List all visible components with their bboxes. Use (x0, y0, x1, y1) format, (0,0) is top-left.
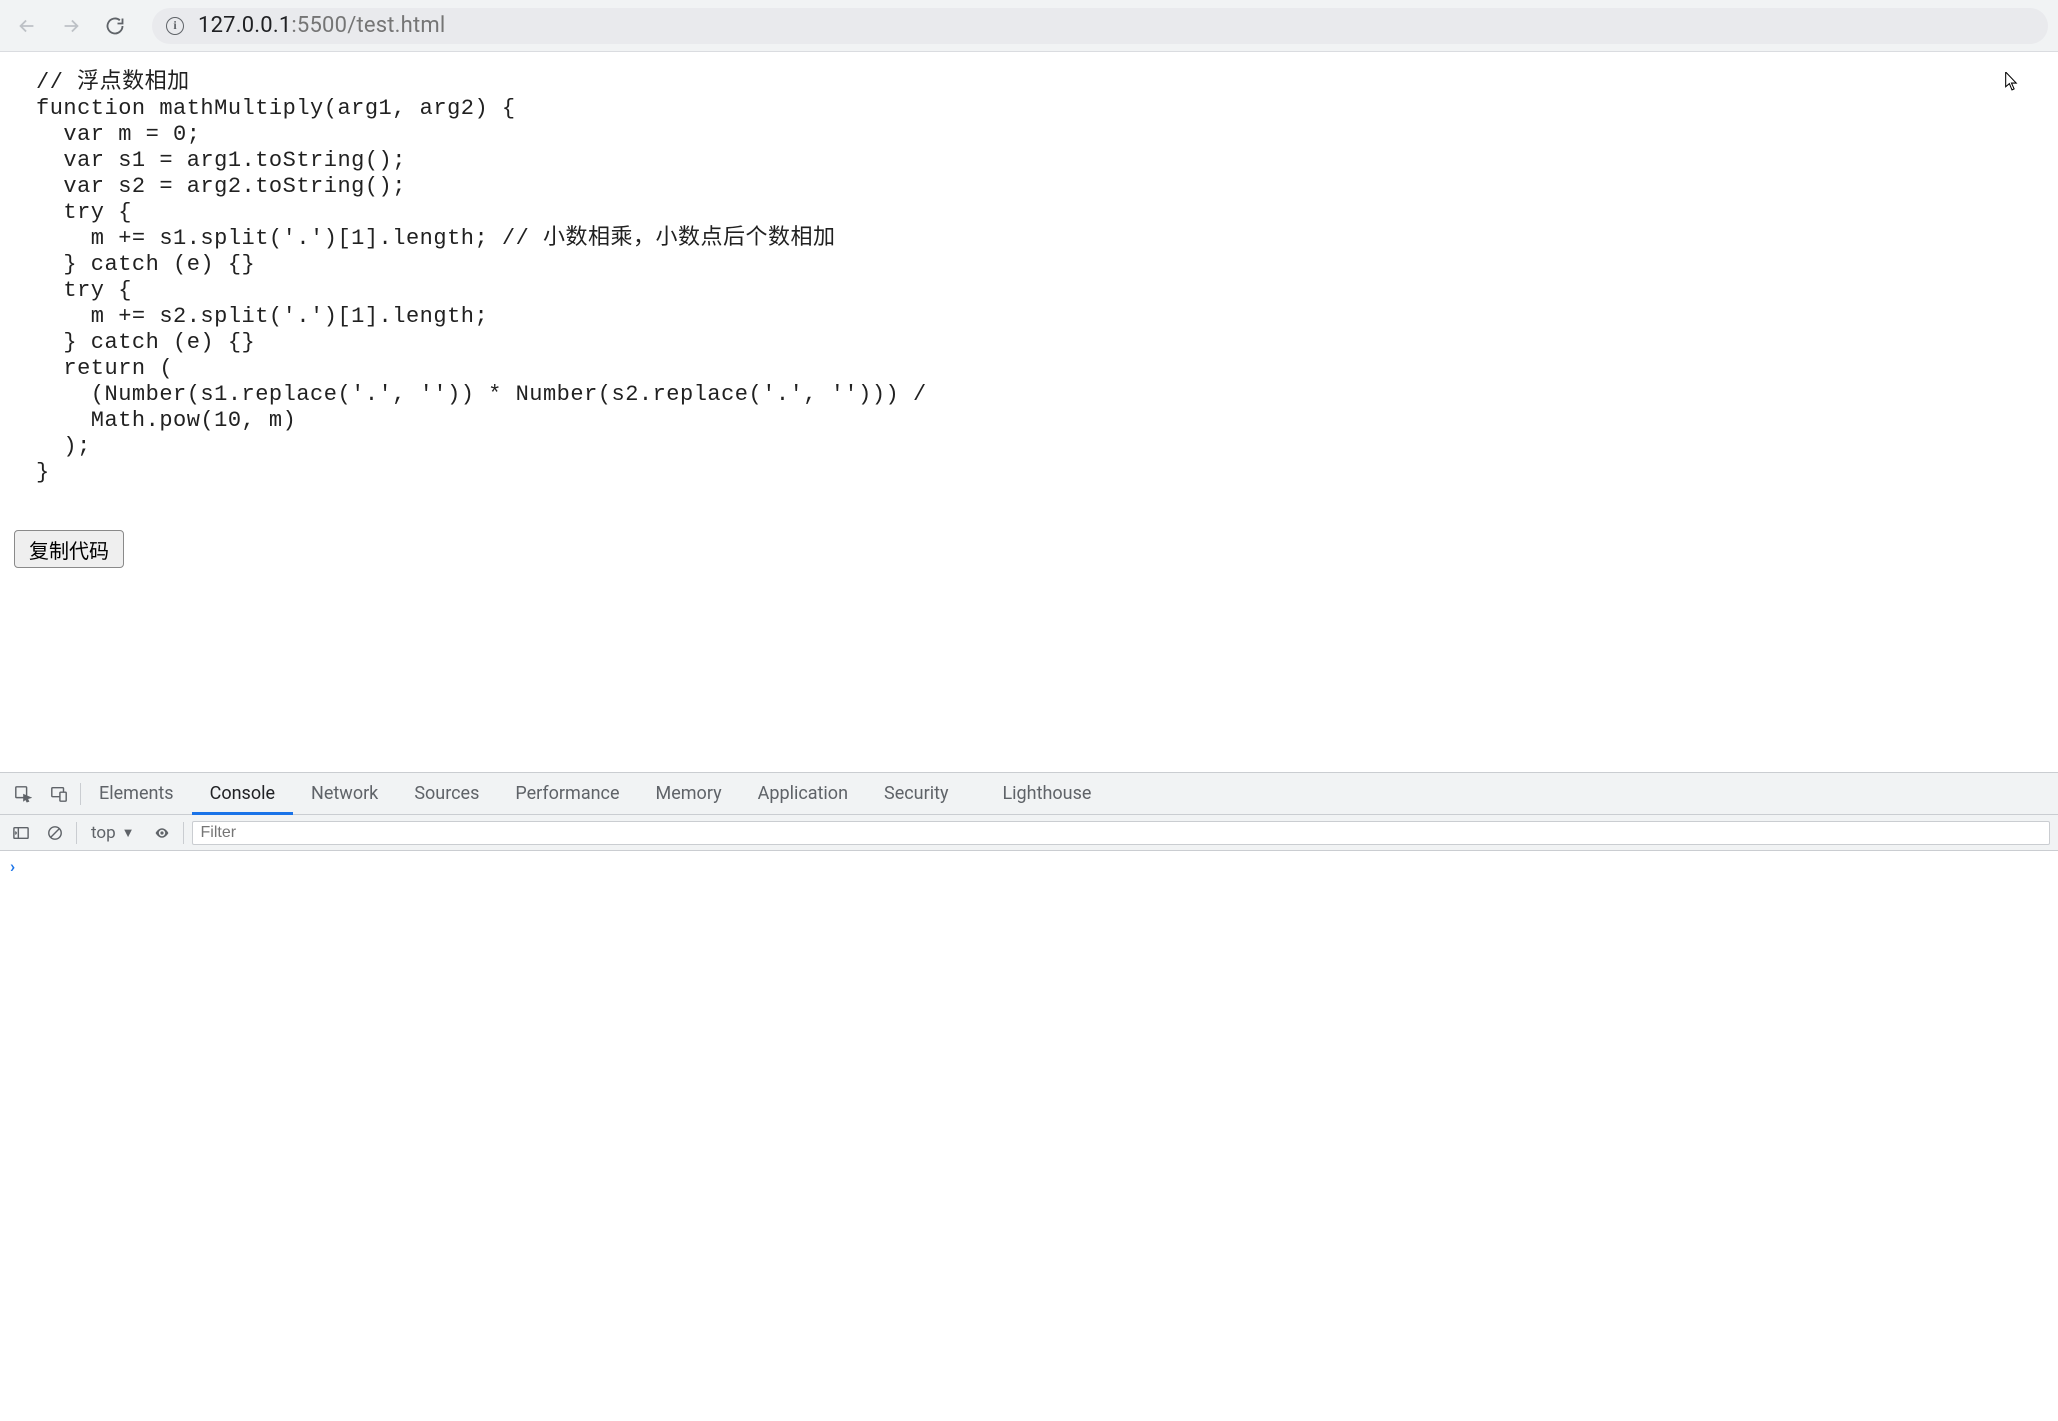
device-toggle-icon[interactable] (44, 779, 74, 809)
console-sidebar-toggle-icon[interactable] (8, 820, 34, 846)
tab-security[interactable]: Security (866, 773, 966, 815)
filter-input[interactable] (192, 821, 2050, 845)
inspect-element-icon[interactable] (8, 779, 38, 809)
console-toolbar: top ▼ (0, 815, 2058, 851)
devtools-tabs: Elements Console Network Sources Perform… (0, 773, 2058, 815)
divider (76, 822, 77, 844)
chevron-down-icon: ▼ (122, 825, 135, 841)
tab-performance[interactable]: Performance (497, 773, 637, 815)
console-body[interactable]: › (0, 851, 2058, 1421)
url-path: /test.html (347, 13, 445, 38)
mouse-cursor-icon (2005, 72, 2019, 92)
tab-network[interactable]: Network (293, 773, 396, 815)
reload-button[interactable] (98, 9, 132, 43)
tab-memory[interactable]: Memory (638, 773, 740, 815)
forward-button[interactable] (54, 9, 88, 43)
clear-console-icon[interactable] (42, 820, 68, 846)
console-prompt-icon: › (10, 857, 15, 877)
execution-context-select[interactable]: top ▼ (85, 823, 141, 843)
tab-lighthouse[interactable]: Lighthouse (984, 773, 1109, 815)
tab-application[interactable]: Application (740, 773, 866, 815)
url-port: :5500 (291, 13, 347, 38)
context-label: top (91, 823, 116, 843)
copy-code-button[interactable]: 复制代码 (14, 530, 124, 568)
tab-sources[interactable]: Sources (396, 773, 497, 815)
address-bar[interactable]: i 127.0.0.1:5500/test.html (152, 8, 2048, 44)
live-expression-icon[interactable] (149, 820, 175, 846)
tab-elements[interactable]: Elements (81, 773, 192, 815)
site-info-icon[interactable]: i (166, 17, 184, 35)
back-button[interactable] (10, 9, 44, 43)
page-content: // 浮点数相加 function mathMultiply(arg1, arg… (0, 52, 2058, 772)
divider (183, 822, 184, 844)
url-text: 127.0.0.1:5500/test.html (198, 13, 445, 38)
url-host: 127.0.0.1 (198, 13, 291, 38)
code-block: // 浮点数相加 function mathMultiply(arg1, arg… (10, 70, 2048, 486)
browser-toolbar: i 127.0.0.1:5500/test.html (0, 0, 2058, 52)
tab-console[interactable]: Console (192, 773, 293, 815)
devtools-panel: Elements Console Network Sources Perform… (0, 772, 2058, 1421)
